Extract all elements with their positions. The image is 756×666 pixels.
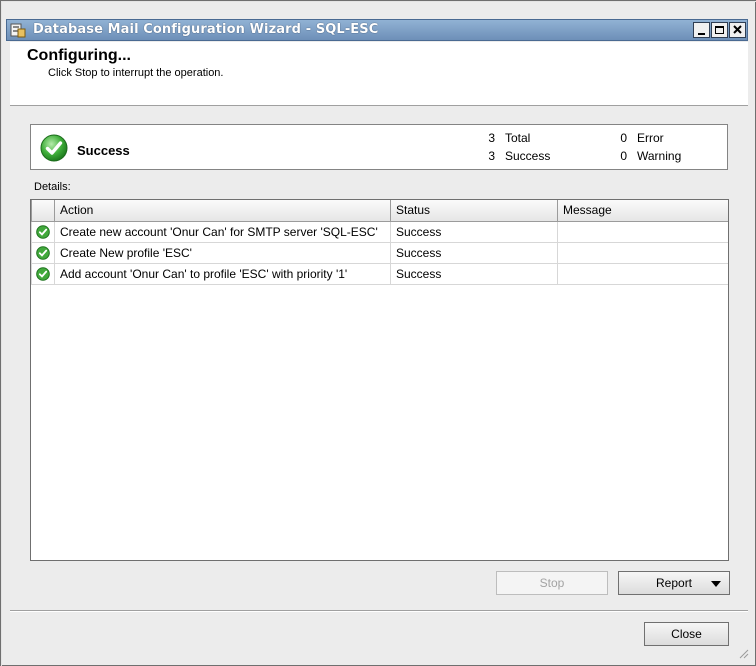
error-label: Error (637, 131, 664, 145)
row-action: Add account 'Onur Can' to profile 'ESC' … (54, 262, 391, 285)
details-label: Details: (34, 181, 71, 193)
window-title: Database Mail Configuration Wizard - SQL… (33, 22, 379, 37)
footer-separator (10, 610, 748, 612)
maximize-icon (715, 26, 724, 34)
overall-status: Success (77, 143, 130, 158)
error-stat: 0 Error (617, 131, 664, 145)
table-header-row: Action Status Message (31, 200, 728, 222)
row-status-icon-cell (31, 262, 55, 285)
total-count: 3 (488, 131, 495, 145)
report-button-label: Report (656, 576, 693, 590)
column-header-status[interactable]: Status (390, 200, 558, 222)
status-summary: Success 3 Total 3 Success 0 Error 0 Warning (30, 124, 728, 170)
row-message (557, 241, 728, 264)
minimize-button[interactable] (693, 22, 710, 38)
row-message (557, 220, 728, 243)
close-window-button[interactable] (729, 22, 746, 38)
row-status-icon-cell (31, 220, 55, 243)
resize-grip-icon[interactable] (737, 647, 749, 659)
warning-stat: 0 Warning (617, 149, 681, 163)
row-action: Create New profile 'ESC' (54, 241, 391, 264)
success-check-icon (36, 246, 50, 260)
close-icon (733, 25, 742, 34)
row-action: Create new account 'Onur Can' for SMTP s… (54, 220, 391, 243)
row-status: Success (390, 262, 558, 285)
success-count: 3 (488, 149, 495, 163)
success-check-icon (36, 267, 50, 281)
success-label: Success (505, 149, 551, 163)
warning-count: 0 (620, 149, 627, 163)
row-status: Success (390, 220, 558, 243)
success-stat: 3 Success (485, 149, 550, 163)
minimize-icon (698, 33, 705, 35)
row-status-icon-cell (31, 241, 55, 264)
row-status: Success (390, 241, 558, 264)
error-count: 0 (620, 131, 627, 145)
total-label: Total (505, 131, 531, 145)
details-grid[interactable]: Action Status Message Create new account… (30, 199, 729, 561)
title-bar[interactable]: Database Mail Configuration Wizard - SQL… (6, 19, 748, 41)
table-row[interactable]: Create New profile 'ESC' Success (31, 241, 728, 264)
success-check-icon (40, 134, 68, 162)
page-title: Configuring... (27, 47, 131, 64)
table-row[interactable]: Add account 'Onur Can' to profile 'ESC' … (31, 262, 728, 285)
column-header-message[interactable]: Message (557, 200, 728, 222)
column-header-icon[interactable] (31, 200, 55, 222)
report-button[interactable]: Report (618, 571, 730, 595)
table-row[interactable]: Create new account 'Onur Can' for SMTP s… (31, 220, 728, 243)
wizard-window: Database Mail Configuration Wizard - SQL… (0, 0, 756, 666)
total-stat: 3 Total (485, 131, 530, 145)
database-mail-app-icon (10, 23, 26, 38)
success-check-icon (36, 225, 50, 239)
warning-label: Warning (637, 149, 682, 163)
maximize-button[interactable] (711, 22, 728, 38)
chevron-down-icon[interactable] (711, 581, 721, 587)
wizard-header: Configuring... Click Stop to interrupt t… (10, 42, 748, 106)
row-message (557, 262, 728, 285)
column-header-action[interactable]: Action (54, 200, 391, 222)
details-table: Action Status Message Create new account… (31, 200, 728, 285)
stop-button[interactable]: Stop (496, 571, 608, 595)
close-button[interactable]: Close (644, 622, 729, 646)
page-subtitle: Click Stop to interrupt the operation. (48, 67, 224, 79)
